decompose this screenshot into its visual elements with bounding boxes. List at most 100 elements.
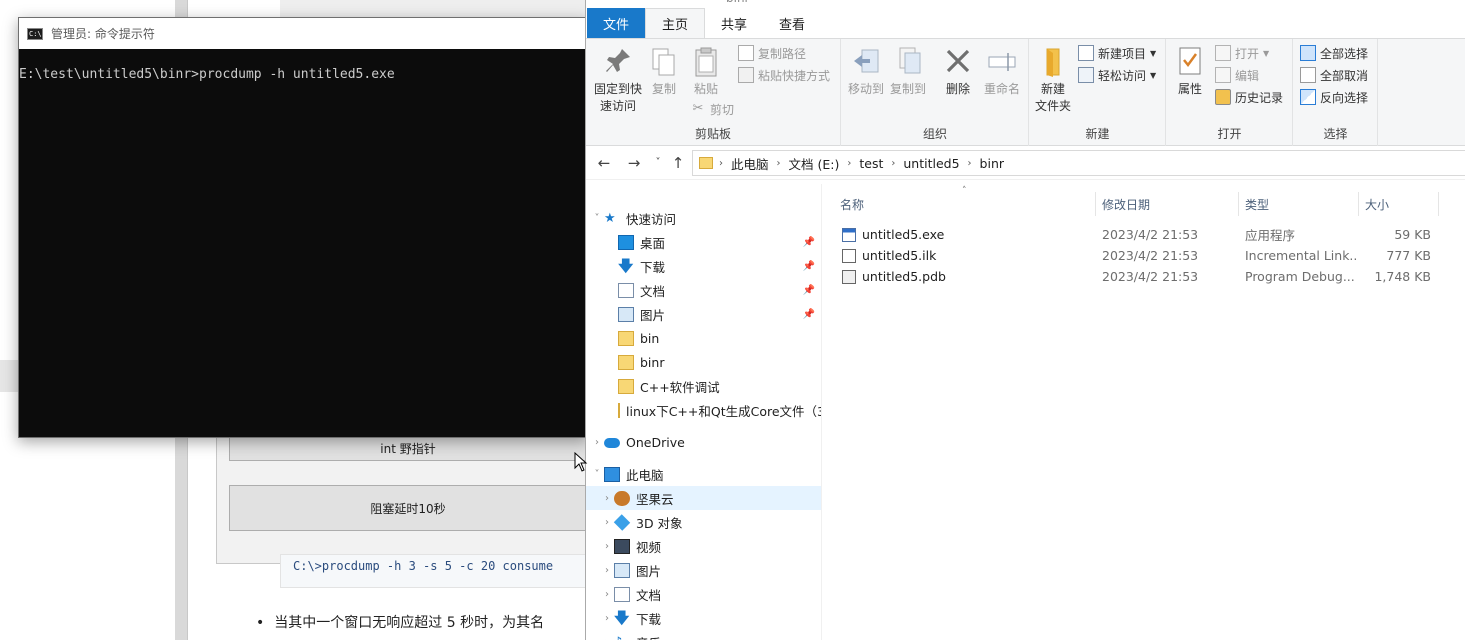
edit-button[interactable]: 编辑 xyxy=(1215,65,1259,85)
delete-button[interactable]: 删除 xyxy=(940,45,976,98)
pin-quick-access-button[interactable]: 固定到快 速访问 xyxy=(592,45,644,115)
tab-home[interactable]: 主页 xyxy=(645,8,706,38)
copy-to-button[interactable]: 复制到 xyxy=(888,45,928,98)
nav-folder-binr[interactable]: binr xyxy=(586,350,821,374)
nav-pc-music[interactable]: › ♪ 音乐 xyxy=(586,630,821,640)
clipboard-group-label: 剪贴板 xyxy=(694,127,731,141)
background-code-block: C:\>procdump -h 3 -s 5 -c 20 consume xyxy=(280,554,586,588)
nav-desktop[interactable]: 桌面 📌 xyxy=(586,230,821,254)
breadcrumb-test[interactable]: test xyxy=(859,156,883,171)
ribbon-group-clipboard: 固定到快 速访问 复制 粘贴 复制路径 粘贴快捷方式 ✂ 剪切 剪贴板 xyxy=(586,39,841,146)
document-icon xyxy=(618,282,634,298)
pane-divider[interactable] xyxy=(821,184,822,640)
nav-documents[interactable]: 文档 📌 xyxy=(586,278,821,302)
file-row[interactable]: untitled5.pdb 2023/4/2 21:53 Program Deb… xyxy=(834,266,1444,287)
invert-selection-button[interactable]: 反向选择 xyxy=(1300,87,1368,107)
breadcrumb-untitled5[interactable]: untitled5 xyxy=(903,156,959,171)
column-type[interactable]: 类型 xyxy=(1239,192,1359,216)
paste-shortcut-button[interactable]: 粘贴快捷方式 xyxy=(738,65,830,85)
chevron-down-icon: ˅ xyxy=(594,468,600,480)
nav-pc-pictures[interactable]: › 图片 xyxy=(586,558,821,582)
nav-pictures[interactable]: 图片 📌 xyxy=(586,302,821,326)
copy-button[interactable]: 复制 xyxy=(648,45,680,98)
explorer-window[interactable]: binr 文件 主页 共享 查看 固定到快 速访问 复制 粘贴 复制路 xyxy=(585,0,1465,640)
new-folder-button[interactable]: 新建 文件夹 xyxy=(1032,45,1074,115)
nav-folder-bin[interactable]: bin xyxy=(586,326,821,350)
background-left-strip xyxy=(0,360,18,392)
rename-button[interactable]: 重命名 xyxy=(980,45,1024,98)
nav-pc-downloads[interactable]: › 🡇 下载 xyxy=(586,606,821,630)
move-to-button[interactable]: 移动到 xyxy=(846,45,886,98)
invert-selection-icon xyxy=(1300,89,1316,105)
new-item-button[interactable]: 新建项目 ▼ xyxy=(1078,43,1156,63)
nav-folder-linux-core[interactable]: linux下C++和Qt生成Core文件（3 xyxy=(586,398,821,422)
column-modified[interactable]: 修改日期 xyxy=(1096,192,1239,216)
nav-downloads[interactable]: 🡇 下载 📌 xyxy=(586,254,821,278)
pin-icon[interactable]: 📌 xyxy=(803,309,815,320)
cube-icon xyxy=(613,513,631,531)
background-page-header xyxy=(280,0,585,18)
up-arrow-icon[interactable]: ↑ xyxy=(668,154,688,172)
nav-quick-access[interactable]: ˅ ★ 快速访问 xyxy=(586,206,821,230)
cmd-title: 管理员: 命令提示符 xyxy=(51,27,155,41)
recent-dropdown-icon[interactable]: ˅ xyxy=(648,157,668,168)
nav-onedrive[interactable]: › OneDrive xyxy=(586,430,821,454)
picture-icon xyxy=(614,562,630,578)
chevron-right-icon: › xyxy=(847,157,852,169)
breadcrumb-drive-e[interactable]: 文档 (E:) xyxy=(789,154,840,173)
desktop-icon xyxy=(618,234,634,250)
dropdown-caret-icon: ▼ xyxy=(1150,48,1157,58)
ilk-file-icon xyxy=(842,248,856,263)
pin-icon xyxy=(606,49,630,72)
explorer-titlebar[interactable]: binr xyxy=(586,0,1465,8)
cmd-titlebar[interactable]: C:\ 管理员: 命令提示符 xyxy=(19,18,587,49)
tab-file[interactable]: 文件 xyxy=(587,8,646,38)
picture-icon xyxy=(618,306,634,322)
select-all-button[interactable]: 全部选择 xyxy=(1300,43,1368,63)
column-name[interactable]: 名称 xyxy=(834,192,1096,216)
navigation-pane[interactable]: ˅ ★ 快速访问 桌面 📌 🡇 下载 📌 文档 📌 图片 📌 bin binr … xyxy=(586,184,821,640)
pin-icon[interactable]: 📌 xyxy=(803,237,815,248)
background-bullet-text: 当其中一个窗口无响应超过 5 秒时，为其名 xyxy=(256,612,586,634)
paste-button[interactable]: 粘贴 xyxy=(686,45,726,98)
open-icon xyxy=(1215,45,1231,61)
file-row[interactable]: untitled5.exe 2023/4/2 21:53 应用程序 59 KB xyxy=(834,224,1444,245)
forward-arrow-icon[interactable]: → xyxy=(624,154,644,172)
mouse-cursor-icon xyxy=(574,452,588,472)
nav-this-pc[interactable]: ˅ 此电脑 xyxy=(586,462,821,486)
breadcrumb-binr[interactable]: binr xyxy=(980,156,1004,171)
address-path[interactable]: › 此电脑 › 文档 (E:) › test › untitled5 › bin… xyxy=(692,150,1465,176)
easy-access-icon xyxy=(1078,67,1094,83)
nav-jianguoyun[interactable]: › 坚果云 xyxy=(586,486,821,510)
column-size[interactable]: 大小 xyxy=(1359,192,1439,216)
tab-share[interactable]: 共享 xyxy=(705,8,763,38)
tab-view[interactable]: 查看 xyxy=(763,8,821,38)
nut-icon xyxy=(614,490,630,506)
properties-button[interactable]: 属性 xyxy=(1173,45,1207,98)
breadcrumb-this-pc[interactable]: 此电脑 xyxy=(731,154,769,173)
folder-icon xyxy=(618,330,634,346)
nav-videos[interactable]: › 视频 xyxy=(586,534,821,558)
cmd-console[interactable]: E:\test\untitled5\binr>procdump -h untit… xyxy=(19,49,587,84)
cmd-line: E:\test\untitled5\binr>procdump -h untit… xyxy=(19,67,395,82)
pin-icon[interactable]: 📌 xyxy=(803,261,815,272)
folder-synced-icon xyxy=(618,402,620,418)
back-arrow-icon[interactable]: ← xyxy=(594,154,614,172)
open-button[interactable]: 打开 ▼ xyxy=(1215,43,1269,63)
file-row[interactable]: untitled5.ilk 2023/4/2 21:53 Incremental… xyxy=(834,245,1444,266)
block-delay-button[interactable]: 阻塞延时10秒 xyxy=(229,485,587,531)
scissors-icon: ✂ xyxy=(692,101,704,116)
nav-3d-objects[interactable]: › 3D 对象 xyxy=(586,510,821,534)
folder-icon xyxy=(618,354,634,370)
history-button[interactable]: 历史记录 xyxy=(1215,87,1283,107)
nav-folder-cpp-debug[interactable]: C++软件调试 xyxy=(586,374,821,398)
easy-access-button[interactable]: 轻松访问 ▼ xyxy=(1078,65,1156,85)
folder-synced-icon xyxy=(618,378,634,394)
cmd-window[interactable]: C:\ 管理员: 命令提示符 E:\test\untitled5\binr>pr… xyxy=(18,17,588,438)
file-list[interactable]: ˄ 名称 修改日期 类型 大小 untitled5.exe 2023/4/2 2… xyxy=(834,184,1465,640)
cut-button[interactable]: ✂ 剪切 xyxy=(690,99,734,119)
select-none-button[interactable]: 全部取消 xyxy=(1300,65,1368,85)
nav-pc-documents[interactable]: › 文档 xyxy=(586,582,821,606)
pin-icon[interactable]: 📌 xyxy=(803,285,815,296)
copy-path-button[interactable]: 复制路径 xyxy=(738,43,806,63)
